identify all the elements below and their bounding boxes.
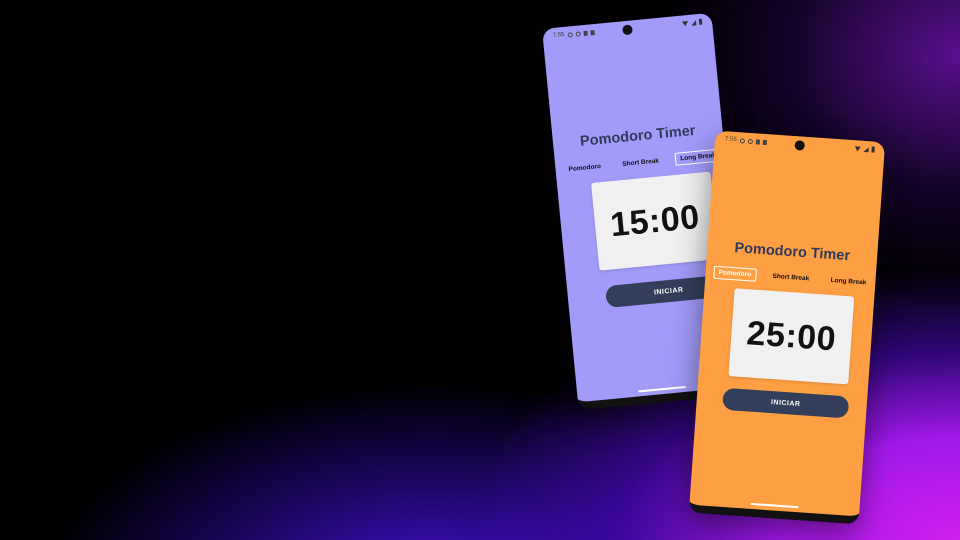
timer-display: 25:00 — [745, 313, 838, 358]
status-time: 7:55 — [552, 31, 565, 40]
home-indicator[interactable] — [638, 385, 687, 393]
notification-icon — [739, 137, 745, 144]
battery-icon — [871, 146, 875, 153]
battery-icon — [698, 18, 703, 25]
notification-icon — [762, 139, 767, 145]
notification-icon — [755, 138, 760, 145]
signal-icon — [690, 19, 697, 26]
start-button[interactable]: INICIAR — [722, 387, 850, 419]
status-icons — [854, 145, 875, 153]
timer-display: 15:00 — [608, 197, 702, 244]
notification-icon — [747, 138, 753, 144]
status-time: 7:55 — [724, 136, 737, 144]
app-title: Pomodoro Timer — [579, 122, 697, 150]
timer-card: 15:00 — [591, 171, 719, 271]
timer-card: 25:00 — [728, 288, 855, 385]
notification-icon — [567, 31, 573, 38]
notification-icon — [575, 30, 581, 37]
home-indicator[interactable] — [750, 502, 799, 509]
tab-pomodoro[interactable]: Pomodoro — [713, 265, 757, 282]
mode-tabs: Pomodoro Short Break Long Break — [713, 265, 872, 290]
tab-short-break[interactable]: Short Break — [767, 270, 815, 286]
wifi-icon — [854, 145, 861, 152]
wifi-icon — [681, 20, 689, 27]
tab-long-break[interactable]: Long Break — [825, 274, 872, 290]
status-left: 7:55 — [552, 29, 595, 40]
tab-pomodoro[interactable]: Pomodoro — [563, 160, 607, 177]
notification-icon — [583, 30, 588, 36]
status-left: 7:55 — [725, 136, 767, 145]
notification-icon — [590, 29, 595, 35]
app-title: Pomodoro Timer — [733, 240, 851, 265]
signal-icon — [863, 146, 869, 152]
phone-pomodoro: 7:55 Pomodoro Timer Pomodoro Short Break… — [688, 130, 886, 525]
tab-short-break[interactable]: Short Break — [617, 154, 665, 171]
status-icons — [681, 18, 703, 27]
